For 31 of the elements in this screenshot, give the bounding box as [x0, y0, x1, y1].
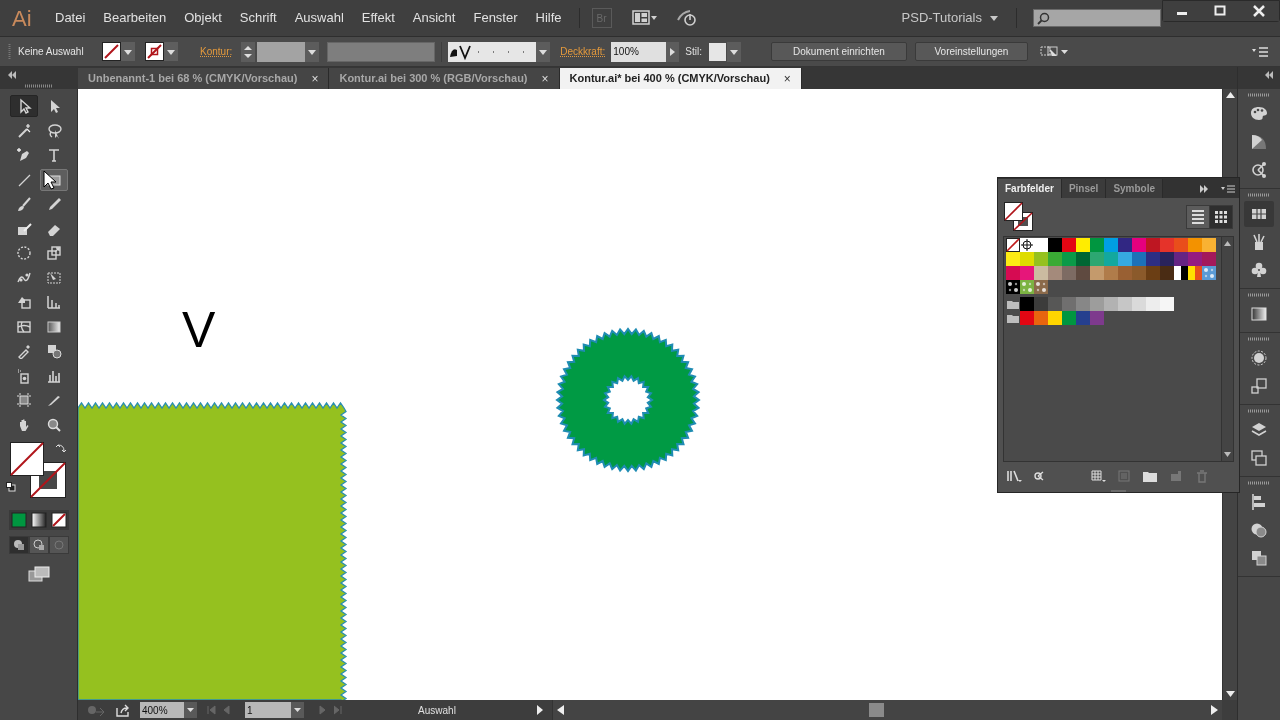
panel-tab[interactable]: Pinsel [1061, 179, 1107, 198]
menu-item[interactable]: Schrift [232, 6, 284, 30]
opacity-link[interactable]: Deckkraft: [560, 44, 606, 59]
menu-item[interactable]: Objekt [177, 6, 229, 30]
menu-item[interactable]: Datei [48, 6, 93, 30]
menu-item[interactable]: Effekt [354, 6, 402, 30]
tab-close-button[interactable]: × [311, 69, 319, 88]
artboard-field[interactable]: 1 [245, 702, 291, 718]
menu-item[interactable]: Auswahl [287, 6, 351, 30]
selection-label: Keine Auswahl [18, 45, 85, 59]
menu-item[interactable]: Hilfe [528, 6, 569, 30]
menu-item[interactable]: Fenster [466, 6, 525, 30]
zoom-field[interactable]: 400% [140, 702, 184, 718]
menu-item[interactable]: Ansicht [405, 6, 463, 30]
menu-item[interactable]: Bearbeiten [96, 6, 174, 30]
document-tab[interactable]: Kontur.ai* bei 400 % (CMYK/Vorschau) × [559, 68, 802, 89]
panel-tab[interactable]: Farbfelder [998, 179, 1062, 198]
tab-close-button[interactable]: × [541, 69, 549, 88]
tab-close-button[interactable]: × [783, 69, 791, 88]
panel-tab[interactable]: Symbole [1106, 179, 1164, 198]
opacity-field[interactable]: 100% [611, 41, 667, 62]
canvas-text: V [182, 305, 216, 355]
stroke-link[interactable]: Kontur: [200, 44, 233, 59]
workspace-switcher[interactable]: PSD-Tutorials [893, 6, 1006, 30]
document-tab[interactable]: Kontur.ai bei 300 % (RGB/Vorschau) × [329, 68, 560, 89]
status-text: Auswahl [417, 703, 457, 718]
toolbar-button[interactable]: Dokument einrichten [770, 42, 907, 61]
toolbar-button[interactable]: Voreinstellungen [914, 42, 1028, 61]
document-tab[interactable]: Unbenannt-1 bei 68 % (CMYK/Vorschau) × [78, 68, 330, 89]
app-logo: Ai [12, 4, 33, 33]
style-label: Stil: [685, 45, 702, 59]
